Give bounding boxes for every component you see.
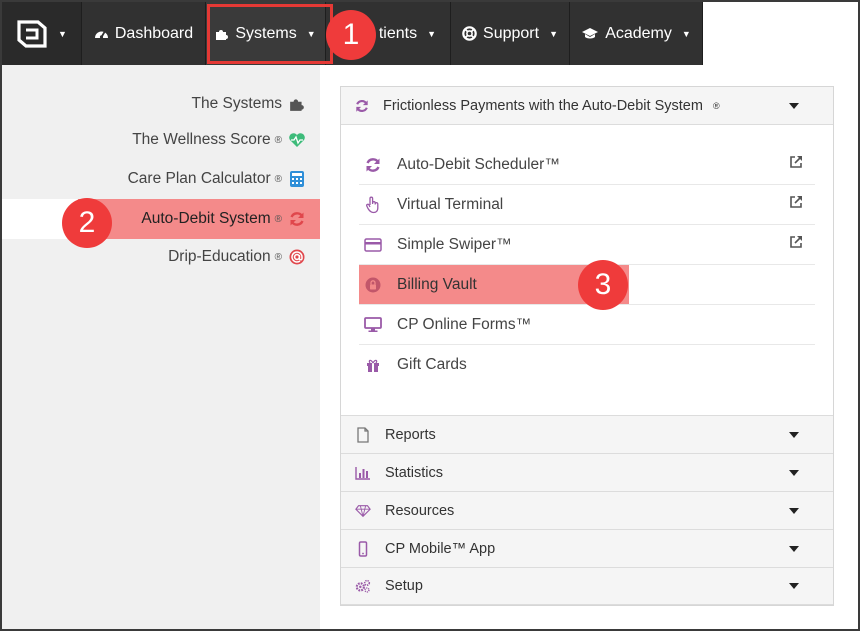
panel-sections: Reports Statistics Resources CP Mobile™ … (341, 415, 833, 605)
section-reports[interactable]: Reports (341, 415, 833, 453)
link-label: Auto-Debit Scheduler™ (397, 155, 560, 173)
sidebar-item-auto-debit-system[interactable]: Auto-Debit System ® (2, 199, 320, 239)
logo-menu[interactable]: ▼ (2, 2, 82, 65)
chevron-down-icon: ▼ (681, 28, 691, 39)
sidebar-item-label: The Systems (191, 95, 282, 112)
gift-icon (367, 359, 379, 372)
external-link-icon[interactable] (789, 235, 803, 249)
sidebar-item-wellness-score[interactable]: The Wellness Score ® (132, 121, 306, 159)
chevron-down-icon: ▼ (427, 28, 436, 39)
puzzle-icon (290, 99, 304, 111)
section-label: Reports (385, 426, 436, 443)
hand-pointer-icon (366, 196, 379, 213)
refresh-icon (366, 157, 380, 172)
link-label: Gift Cards (397, 356, 467, 373)
app-window: ▼ Dashboard Systems ▼ tients ▼ Support ▼… (0, 0, 860, 631)
section-cp-mobile-app[interactable]: CP Mobile™ App (341, 529, 833, 567)
sidebar-item-label: The Wellness Score (132, 131, 271, 148)
nav-support-label: Support (483, 24, 540, 42)
caret-down-icon (789, 431, 799, 438)
bar-chart-icon (355, 466, 370, 480)
cogs-icon (355, 579, 371, 593)
credit-card-icon (364, 237, 382, 252)
logo-icon (17, 19, 47, 48)
diamond-icon (355, 504, 371, 517)
panel-header-frictionless-payments[interactable]: Frictionless Payments with the Auto-Debi… (341, 87, 833, 125)
link-label: Billing Vault (397, 275, 477, 293)
sidebar: The Systems The Wellness Score ® Care Pl… (2, 65, 320, 629)
calculator-icon (290, 171, 304, 187)
sidebar-item-label: Auto-Debit System (141, 210, 271, 227)
sidebar-item-label: Care Plan Calculator (127, 170, 271, 187)
sidebar-item-label: Drip-Education (168, 248, 271, 265)
chevron-down-icon: ▼ (58, 28, 67, 39)
nav-dashboard[interactable]: Dashboard (82, 2, 206, 65)
link-label: Simple Swiper™ (397, 235, 512, 253)
section-label: Resources (385, 502, 455, 519)
systems-panel: Frictionless Payments with the Auto-Debi… (340, 86, 834, 606)
heart-pulse-icon (289, 133, 305, 147)
section-resources[interactable]: Resources (341, 491, 833, 529)
section-statistics[interactable]: Statistics (341, 453, 833, 491)
step-badge-3: 3 (578, 260, 628, 310)
link-virtual-terminal[interactable]: Virtual Terminal (359, 185, 815, 225)
sidebar-item-the-systems[interactable]: The Systems (192, 85, 306, 123)
navbar-spacer (703, 2, 858, 65)
link-label: Virtual Terminal (397, 195, 504, 213)
caret-down-icon (789, 545, 799, 552)
graduation-cap-icon (582, 28, 599, 39)
caret-down-icon (789, 469, 799, 476)
external-link-icon[interactable] (789, 195, 803, 209)
sidebar-item-care-plan-calculator[interactable]: Care Plan Calculator ® (128, 160, 306, 198)
mobile-icon (358, 540, 368, 557)
caret-down-icon (789, 102, 799, 109)
step-badge-1: 1 (326, 10, 376, 60)
nav-patients-label: tients (378, 24, 418, 42)
link-auto-debit-scheduler[interactable]: Auto-Debit Scheduler™ (359, 145, 815, 185)
link-cp-online-forms[interactable]: CP Online Forms™ (359, 305, 815, 345)
section-label: Setup (385, 578, 423, 594)
chevron-down-icon: ▼ (306, 28, 316, 39)
caret-down-icon (789, 507, 799, 514)
chevron-down-icon: ▼ (549, 28, 558, 39)
link-label: CP Online Forms™ (397, 315, 532, 333)
caret-down-icon (789, 583, 799, 589)
link-simple-swiper[interactable]: Simple Swiper™ (359, 225, 815, 265)
nav-academy[interactable]: Academy ▼ (570, 2, 703, 65)
lock-icon (365, 277, 381, 292)
section-label: Statistics (385, 464, 444, 481)
monitor-icon (364, 316, 382, 332)
link-gift-cards[interactable]: Gift Cards (359, 345, 815, 385)
tachometer-icon (94, 31, 108, 39)
puzzle-icon (216, 29, 229, 40)
nav-systems[interactable]: Systems ▼ (206, 2, 326, 65)
section-setup[interactable]: Setup (341, 567, 833, 605)
life-ring-icon (462, 26, 477, 41)
top-navbar: ▼ Dashboard Systems ▼ tients ▼ Support ▼… (2, 2, 858, 65)
at-icon (289, 249, 305, 265)
refresh-icon (290, 212, 304, 226)
file-icon (357, 426, 369, 443)
section-label: CP Mobile™ App (385, 540, 496, 557)
panel-header-label: Frictionless Payments with the Auto-Debi… (383, 97, 703, 114)
nav-dashboard-label: Dashboard (114, 24, 194, 42)
nav-support[interactable]: Support ▼ (451, 2, 570, 65)
refresh-icon (356, 99, 368, 112)
nav-systems-label: Systems (235, 24, 297, 42)
nav-academy-label: Academy (605, 24, 672, 42)
external-link-icon[interactable] (789, 155, 803, 169)
sidebar-item-drip-education[interactable]: Drip-Education ® (168, 238, 306, 276)
step-badge-2: 2 (62, 198, 112, 248)
